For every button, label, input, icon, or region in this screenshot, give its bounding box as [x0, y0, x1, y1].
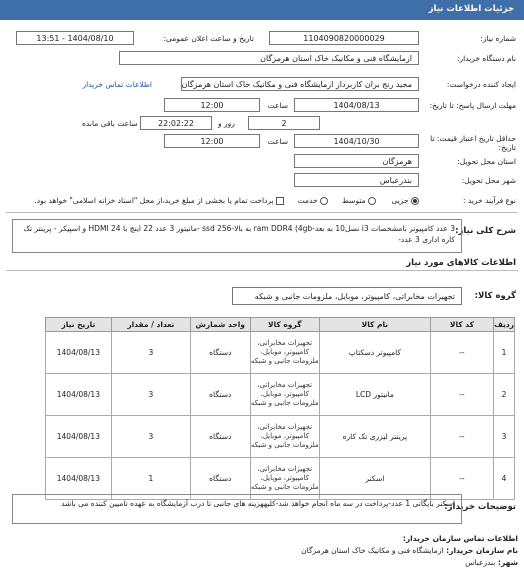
province-field: هرمزگان	[294, 154, 419, 168]
buyer-label: نام دستگاه خریدار:	[456, 54, 516, 63]
city-label: شهر محل تحویل:	[461, 176, 516, 185]
goods-group-label: گروه کالا:	[474, 291, 516, 301]
summary-text: 3 عدد کامپیوتر بامشخصات i3 نسل10 به بعد-…	[12, 219, 462, 253]
contact-city: شهر: بندرعباس	[465, 558, 518, 567]
col-unit: واحد شمارش	[189, 317, 251, 332]
divider	[6, 212, 518, 213]
process-label: نوع فرآیند خرید :	[462, 196, 516, 205]
goods-title: اطلاعات کالاهای مورد نیاز	[406, 258, 516, 268]
col-group: گروه کالا	[249, 317, 320, 332]
process-option-small[interactable]: جزیی	[391, 196, 419, 205]
validity-label: حداقل تاریخ اعتبار قیمت: تا تاریخ:	[430, 134, 516, 152]
table-row: 2 -- مانیتور LCD تجهیزات مخابراتی، کامپی…	[45, 373, 515, 416]
radio-small-icon[interactable]	[411, 197, 419, 205]
days-field: 2	[248, 116, 320, 130]
city-field: بندرعباس	[294, 173, 419, 187]
buyer-field: ازمایشگاه فنی و مکانیک خاک استان هرمزگان	[119, 51, 419, 65]
process-option-service[interactable]: خدمت	[298, 196, 328, 205]
table-row: 3 -- پرینتر لیزری تک کاره تجهیزات مخابرا…	[45, 415, 515, 458]
items-table: ردیف کد کالا نام کالا گروه کالا واحد شما…	[45, 317, 515, 500]
radio-service-icon[interactable]	[320, 197, 328, 205]
contact-org: نام سازمان خریدار: ازمایشگاه فنی و مکانی…	[301, 546, 518, 555]
creator-field: مجید رنج بران کاربرداز ازمایشگاه فنی و م…	[181, 77, 419, 91]
announce-field: 1404/08/10 - 13:51	[16, 31, 134, 45]
province-label: استان محل تحویل:	[457, 157, 516, 166]
need-number-label: شماره نیاز:	[480, 34, 516, 43]
col-qty: تعداد / مقدار	[110, 317, 191, 332]
validity-time-field: 12:00	[164, 134, 260, 148]
reply-deadline-label: مهلت ارسال پاسخ: تا تاریخ:	[429, 101, 516, 110]
days-label: روز و	[218, 119, 235, 128]
remaining-time-field: 22:02:22	[140, 116, 212, 130]
reply-time-field: 12:00	[164, 98, 260, 112]
contact-title: اطلاعات تماس سازمان خریدار:	[402, 534, 518, 543]
table-row: 1 -- کامپیوتر دسکتاپ تجهیزات مخابراتی، ک…	[45, 331, 515, 374]
summary-label: شرح کلی نیاز:	[455, 226, 516, 236]
validity-date-field: 1404/10/30	[294, 134, 419, 148]
buyer-notes-text: اسکنر بایگانی 1 عدد-پرداخت در سه ماه انج…	[12, 494, 462, 524]
reply-date-field: 1404/08/13	[294, 98, 419, 112]
col-name: نام کالا	[318, 317, 431, 332]
remaining-label: ساعت باقی مانده	[82, 119, 138, 128]
goods-group-field: تجهیزات مخابراتی، کامپیوتر، موبایل، ملزو…	[232, 287, 462, 305]
payment-note[interactable]: پرداخت تمام یا بخشی از مبلغ خرید،از محل …	[34, 196, 284, 205]
need-number-field: 1104090820000029	[269, 31, 419, 45]
treasury-checkbox-icon[interactable]	[276, 197, 284, 205]
buyer-contact-link[interactable]: اطلاعات تماس خریدار	[83, 80, 153, 89]
reply-time-label: ساعت	[267, 101, 288, 110]
validity-time-label: ساعت	[267, 137, 288, 146]
table-header-row: ردیف کد کالا نام کالا گروه کالا واحد شما…	[45, 317, 515, 332]
col-date: تاریخ نیاز	[45, 317, 112, 332]
page-title: جزئیات اطلاعات نیاز	[428, 4, 514, 14]
creator-label: ایجاد کننده درخواست:	[446, 80, 516, 89]
page-header: جزئیات اطلاعات نیاز	[0, 0, 524, 20]
divider	[6, 270, 518, 271]
col-index: ردیف	[493, 317, 515, 332]
radio-medium-icon[interactable]	[368, 197, 376, 205]
process-option-medium[interactable]: متوسط	[342, 196, 376, 205]
col-code: کد کالا	[429, 317, 495, 332]
announce-label: تاریخ و ساعت اعلان عمومی:	[163, 34, 254, 43]
